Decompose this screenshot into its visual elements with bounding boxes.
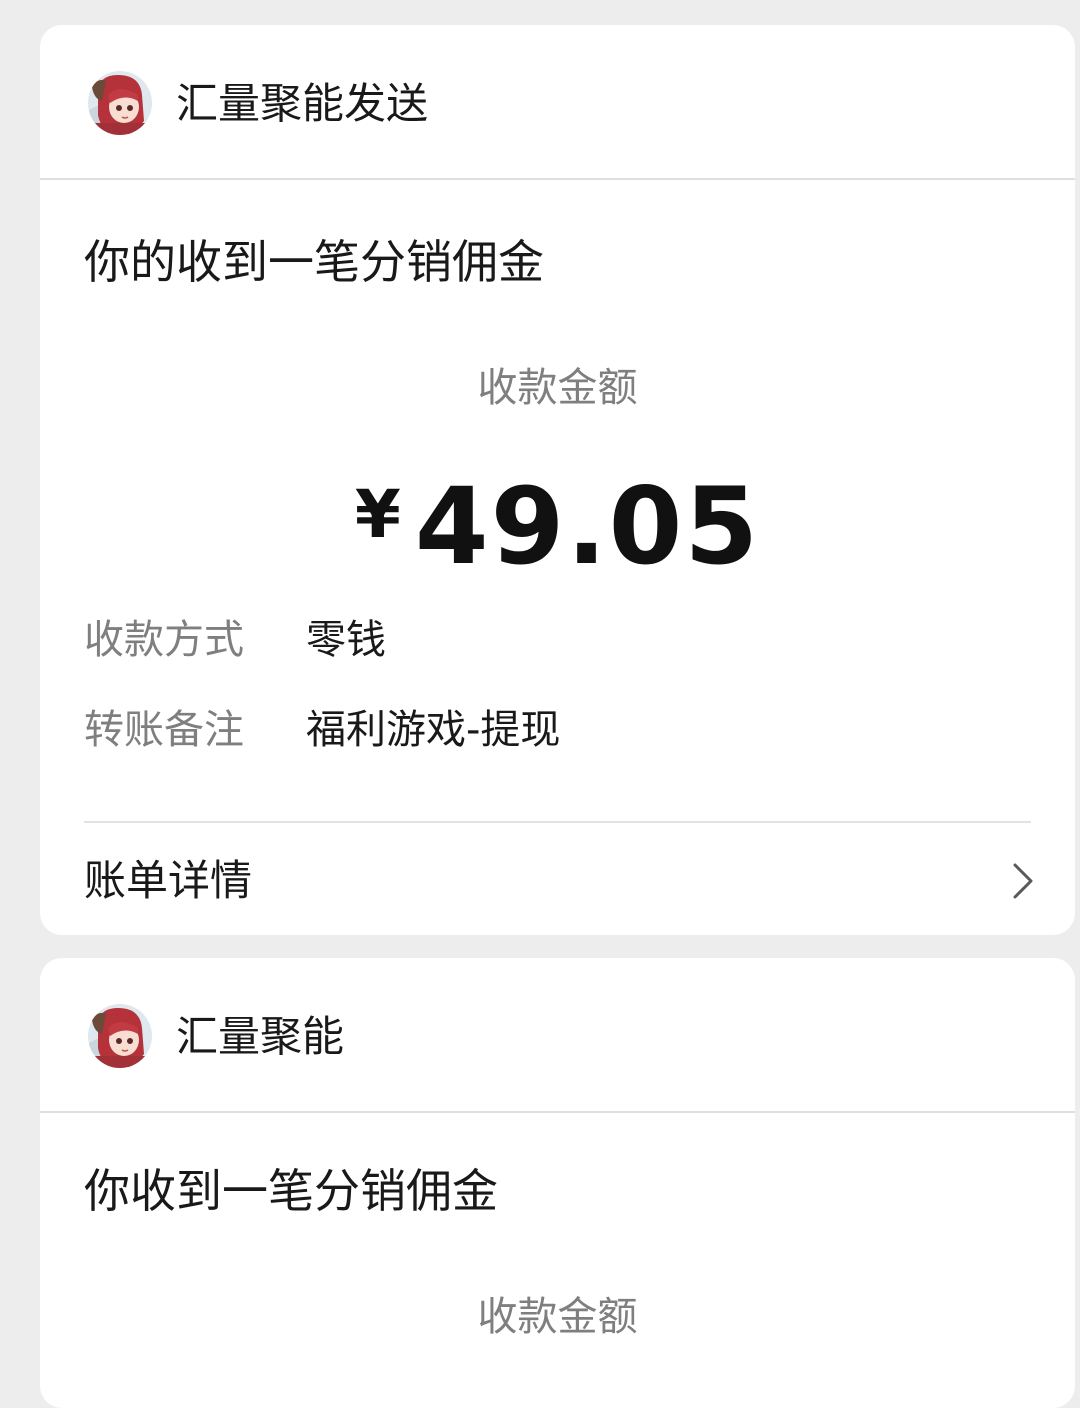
detail-key: 转账备注 — [84, 707, 244, 753]
card-header[interactable]: 汇量聚能发送 — [40, 25, 1075, 180]
currency-symbol: ¥ — [354, 476, 401, 553]
message-title: 你的收到一笔分销佣金 — [84, 235, 544, 289]
amount-display: ¥49.05 — [40, 465, 1075, 588]
chevron-right-icon — [1011, 861, 1035, 901]
divider — [84, 821, 1031, 823]
amount-label: 收款金额 — [477, 365, 638, 411]
sender-name: 汇量聚能发送 — [176, 79, 429, 128]
detail-value: 福利游戏-提现 — [306, 707, 561, 753]
detail-key: 收款方式 — [84, 617, 244, 663]
card-header[interactable]: 汇量聚能 — [40, 958, 1075, 1113]
message-title: 你收到一笔分销佣金 — [84, 1164, 498, 1218]
bill-details-link[interactable]: 账单详情 — [40, 825, 1075, 935]
sender-avatar-icon — [88, 1004, 152, 1068]
amount-value: 49.05 — [414, 465, 761, 588]
detail-value: 零钱 — [306, 617, 386, 663]
notification-card[interactable]: 汇量聚能发送 你的收到一笔分销佣金 收款金额 ¥49.05 收款方式 零钱 转账… — [40, 25, 1075, 935]
bill-details-label: 账单详情 — [84, 856, 253, 905]
amount-label: 收款金额 — [477, 1294, 638, 1340]
sender-name: 汇量聚能 — [176, 1012, 345, 1061]
notification-card[interactable]: 汇量聚能 你收到一笔分销佣金 收款金额 — [40, 958, 1075, 1408]
sender-avatar-icon — [88, 71, 152, 135]
